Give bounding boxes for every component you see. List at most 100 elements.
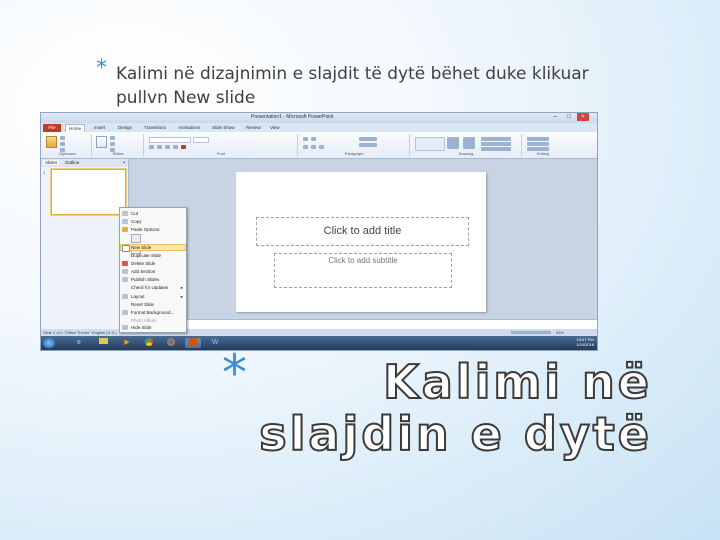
bold-icon[interactable] bbox=[149, 145, 154, 149]
font-size-dropdown[interactable] bbox=[193, 137, 209, 143]
ribbon-group-font: Font bbox=[145, 134, 298, 156]
delete-slide-icon bbox=[122, 261, 128, 266]
copy-icon bbox=[122, 219, 128, 224]
menu-item-cut[interactable]: Cut bbox=[120, 210, 186, 217]
tab-review[interactable]: Review bbox=[243, 124, 264, 132]
word-icon[interactable]: W bbox=[207, 338, 223, 348]
tab-slide-show[interactable]: Slide Show bbox=[209, 124, 238, 132]
bullet-star: * bbox=[222, 344, 247, 402]
menu-item-paste-options: Paste Options: bbox=[120, 226, 186, 233]
intro-text: Kalimi në dizajnimin e slajdit të dytë b… bbox=[116, 64, 589, 108]
menu-item-new-slide[interactable]: New Slide bbox=[120, 244, 186, 252]
reset-icon[interactable] bbox=[110, 142, 115, 146]
maximize-button[interactable]: □ bbox=[563, 113, 575, 121]
hide-slide-icon bbox=[122, 325, 128, 330]
tab-slides[interactable]: Slides bbox=[43, 160, 60, 165]
firefox-icon[interactable] bbox=[163, 338, 179, 348]
clock[interactable]: 10:47 PM 1/24/2016 bbox=[576, 337, 594, 347]
slide-number: 1 bbox=[43, 170, 46, 175]
title-bar: Presentation1 - Microsoft PowerPoint – □… bbox=[41, 113, 597, 123]
menu-item-hide-slide[interactable]: Hide Slide bbox=[120, 324, 186, 331]
close-pane-icon[interactable]: × bbox=[121, 160, 128, 165]
shape-fill-icon[interactable] bbox=[481, 137, 511, 141]
window-title: Presentation1 - Microsoft PowerPoint bbox=[251, 114, 334, 120]
media-icon[interactable]: ▶ bbox=[119, 338, 135, 348]
close-button[interactable]: × bbox=[577, 113, 589, 121]
copy-icon[interactable] bbox=[60, 142, 65, 146]
menu-item-format-background[interactable]: Format Background... bbox=[120, 309, 186, 316]
slide: Click to add title Click to add subtitle bbox=[236, 172, 486, 312]
chrome-icon[interactable] bbox=[141, 338, 157, 348]
tab-outline[interactable]: Outline bbox=[63, 160, 81, 165]
menu-item-publish-slides[interactable]: Publish Slides bbox=[120, 276, 186, 283]
text-direction-icon[interactable] bbox=[359, 137, 377, 141]
paste-icon[interactable] bbox=[46, 136, 57, 148]
powerpoint-screenshot: Presentation1 - Microsoft PowerPoint – □… bbox=[41, 113, 597, 350]
context-menu: Cut Copy Paste Options: New Slide Duplic… bbox=[119, 207, 187, 333]
cut-icon[interactable] bbox=[60, 136, 65, 140]
ribbon-group-label: Font bbox=[216, 151, 225, 156]
align-text-icon[interactable] bbox=[359, 143, 377, 147]
menu-item-layout[interactable]: Layout ▸ bbox=[120, 293, 186, 300]
submenu-arrow-icon: ▸ bbox=[180, 294, 183, 299]
font-color-icon[interactable] bbox=[181, 145, 186, 149]
replace-icon[interactable] bbox=[527, 142, 549, 146]
tab-view[interactable]: View bbox=[267, 124, 283, 132]
ribbon-group-slides: Slides bbox=[93, 134, 144, 156]
ribbon-group-label: Editing bbox=[536, 151, 550, 156]
ribbon: Clipboard Slides Font Paragraph Drawing … bbox=[41, 132, 597, 159]
bullet-star: * bbox=[96, 56, 107, 81]
publish-slides-icon bbox=[122, 277, 128, 282]
slides-pane: Slides Outline × 1 bbox=[41, 159, 129, 329]
subtitle-placeholder[interactable]: Click to add subtitle bbox=[274, 253, 452, 288]
align-center-icon[interactable] bbox=[311, 145, 316, 149]
intro-bullet: * Kalimi në dizajnimin e slajdit të dytë… bbox=[96, 57, 620, 110]
heading-text: Kalimi në slajdin e dytë bbox=[258, 355, 652, 461]
tab-animations[interactable]: Animations bbox=[175, 124, 203, 132]
folder-icon[interactable] bbox=[95, 338, 111, 348]
tab-design[interactable]: Design bbox=[115, 124, 135, 132]
layout-icon[interactable] bbox=[110, 136, 115, 140]
strikethrough-icon[interactable] bbox=[173, 145, 178, 149]
align-right-icon[interactable] bbox=[319, 145, 324, 149]
ribbon-group-label: Clipboard bbox=[58, 151, 76, 156]
zoom-slider[interactable] bbox=[511, 331, 551, 334]
find-icon[interactable] bbox=[527, 137, 549, 141]
tab-transitions[interactable]: Transitions bbox=[141, 124, 169, 132]
ie-icon[interactable]: e bbox=[71, 338, 87, 348]
format-background-icon bbox=[122, 310, 128, 315]
numbering-icon[interactable] bbox=[311, 137, 316, 141]
paste-options[interactable] bbox=[131, 234, 153, 254]
notes-pane[interactable]: Click to add notes bbox=[129, 319, 597, 329]
pane-tabs: Slides Outline × bbox=[41, 159, 128, 167]
title-placeholder[interactable]: Click to add title bbox=[256, 217, 469, 246]
ribbon-group-paragraph: Paragraph bbox=[299, 134, 410, 156]
bullets-icon[interactable] bbox=[303, 137, 308, 141]
italic-icon[interactable] bbox=[157, 145, 162, 149]
shapes-gallery[interactable] bbox=[415, 137, 445, 151]
menu-item-check-for-updates[interactable]: Check for Updates ▸ bbox=[120, 284, 186, 291]
tab-file[interactable]: File bbox=[43, 124, 61, 132]
zoom-level[interactable]: 63% bbox=[556, 329, 564, 336]
menu-item-copy[interactable]: Copy bbox=[120, 218, 186, 225]
menu-item-reset-slide[interactable]: Reset Slide bbox=[120, 301, 186, 308]
menu-item-duplicate-slide[interactable]: Duplicate Slide bbox=[120, 252, 186, 259]
minimize-button[interactable]: – bbox=[549, 113, 561, 121]
underline-icon[interactable] bbox=[165, 145, 170, 149]
slide-thumbnail[interactable] bbox=[51, 169, 126, 215]
font-name-dropdown[interactable] bbox=[149, 137, 191, 143]
status-text: Slide 1 of 1 "Office Theme" English (U.S… bbox=[43, 330, 117, 335]
quick-styles-icon[interactable] bbox=[463, 137, 475, 149]
cut-icon bbox=[122, 211, 128, 216]
arrange-icon[interactable] bbox=[447, 137, 459, 149]
new-slide-icon[interactable] bbox=[96, 136, 107, 148]
paste-options-icon[interactable] bbox=[131, 234, 141, 243]
align-left-icon[interactable] bbox=[303, 145, 308, 149]
tab-insert[interactable]: Insert bbox=[91, 124, 108, 132]
powerpoint-icon[interactable] bbox=[185, 338, 201, 348]
start-orb-icon[interactable] bbox=[43, 338, 55, 348]
shape-outline-icon[interactable] bbox=[481, 142, 511, 146]
menu-item-delete-slide[interactable]: Delete Slide bbox=[120, 260, 186, 267]
menu-item-add-section[interactable]: Add Section bbox=[120, 268, 186, 275]
ribbon-group-clipboard: Clipboard bbox=[43, 134, 92, 156]
